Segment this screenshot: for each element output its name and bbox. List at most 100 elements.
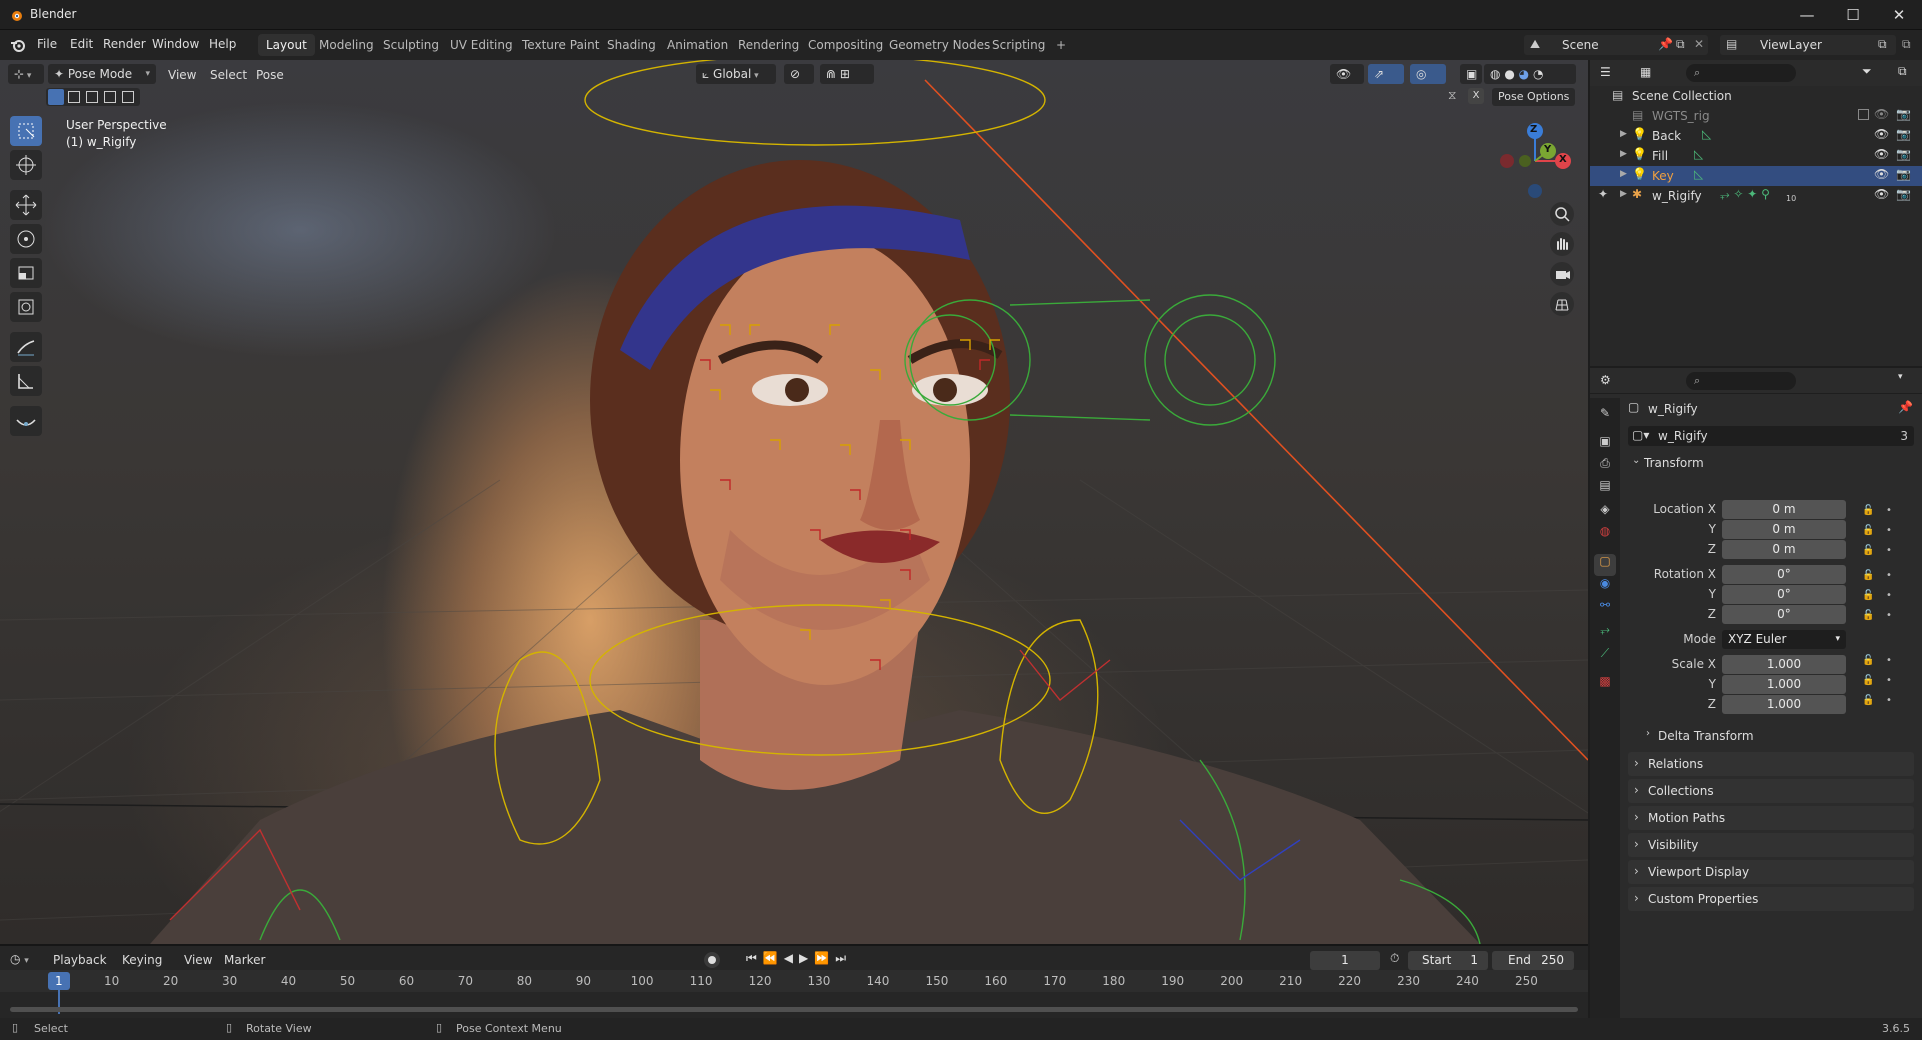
expand-arrow-icon[interactable]: ▶: [1620, 169, 1627, 179]
eye-icon[interactable]: 👁: [1874, 187, 1889, 201]
location-z-field[interactable]: 0 m: [1722, 540, 1846, 559]
outliner-row-wgts[interactable]: ▤ WGTS_rig 👁 📷: [1590, 106, 1922, 126]
menu-render[interactable]: Render: [103, 37, 146, 51]
relax-pose-tool[interactable]: [10, 406, 42, 436]
delta-transform-subpanel[interactable]: › Delta Transform: [1642, 726, 1914, 746]
viewport-menu-select[interactable]: Select: [210, 68, 247, 82]
render-tab-icon[interactable]: ▣: [1594, 434, 1616, 456]
properties-search-field[interactable]: ⌕: [1686, 372, 1796, 390]
texture-tab-icon[interactable]: ▩: [1594, 674, 1616, 696]
tab-geometry-nodes[interactable]: Geometry Nodes: [881, 34, 998, 56]
visibility-panel[interactable]: › Visibility: [1628, 833, 1914, 857]
3d-viewport[interactable]: User Perspective (1) w_Rigify Z X Y: [0, 60, 1588, 944]
rotation-mode-select[interactable]: XYZ Euler ▾: [1722, 630, 1846, 649]
object-browse-icon[interactable]: ▢▾: [1632, 428, 1649, 442]
outliner-row-back[interactable]: ▶ 💡 Back ◺ 👁 📷: [1590, 126, 1922, 146]
annotate-tool[interactable]: [10, 332, 42, 362]
rotation-x-field[interactable]: 0°: [1722, 565, 1846, 584]
tab-layout[interactable]: Layout: [258, 34, 315, 56]
keyframe-dot-icon[interactable]: •: [1886, 606, 1892, 626]
eye-icon[interactable]: 👁: [1874, 107, 1889, 121]
pivot-point-selector[interactable]: ⊘: [784, 64, 814, 84]
bone-tab-icon[interactable]: ⟋: [1594, 646, 1616, 668]
tab-animation[interactable]: Animation: [659, 34, 736, 56]
expand-arrow-icon[interactable]: ▶: [1620, 149, 1627, 159]
overlay-toggle[interactable]: ◎: [1410, 64, 1446, 84]
zoom-icon[interactable]: [1550, 202, 1574, 226]
solid-shading-icon[interactable]: ●: [1504, 67, 1514, 81]
camera-view-icon[interactable]: [1550, 262, 1574, 286]
mode-selector[interactable]: ✦ Pose Mode ▾: [48, 64, 156, 84]
filter-icon[interactable]: ⏷: [1862, 64, 1872, 79]
tab-texture-paint[interactable]: Texture Paint: [514, 34, 607, 56]
lock-icon[interactable]: 🔓: [1862, 671, 1874, 691]
selection-mode-buttons[interactable]: [46, 88, 140, 106]
scale-tool[interactable]: [10, 258, 42, 288]
select-box-tool[interactable]: [10, 116, 42, 146]
modifiers-tab-icon[interactable]: ◉: [1594, 576, 1616, 598]
outliner[interactable]: ☰ ▦ ⌕ ⏷ ⧉ ▤ Scene Collection ▤ WGTS_rig …: [1590, 60, 1922, 366]
expand-arrow-icon[interactable]: ▶: [1620, 129, 1627, 139]
menu-help[interactable]: Help: [209, 37, 236, 51]
transform-tool[interactable]: [10, 292, 42, 322]
lock-icon[interactable]: 🔓: [1862, 566, 1874, 586]
tab-scripting[interactable]: Scripting: [984, 34, 1053, 56]
properties-options-icon[interactable]: ▾: [1898, 372, 1903, 382]
wireframe-shading-icon[interactable]: ◍: [1490, 67, 1500, 81]
viewport-menu-view[interactable]: View: [168, 68, 196, 82]
pose-options-button[interactable]: Pose Options: [1492, 88, 1576, 106]
gizmo-toggle[interactable]: ⇗: [1368, 64, 1404, 84]
keyframe-dot-icon[interactable]: •: [1886, 541, 1892, 561]
new-collection-icon[interactable]: ⧉: [1898, 64, 1907, 79]
tab-sculpting[interactable]: Sculpting: [375, 34, 447, 56]
lock-icon[interactable]: 🔓: [1862, 691, 1874, 711]
tool-tab-icon[interactable]: ✎: [1594, 406, 1616, 428]
cursor-tool[interactable]: [10, 150, 42, 180]
eye-icon[interactable]: 👁: [1874, 147, 1889, 161]
render-icon[interactable]: 📷: [1896, 147, 1911, 161]
data-tab-icon[interactable]: ⥅: [1594, 622, 1616, 644]
select-subtract-icon[interactable]: [86, 91, 98, 103]
lock-icon[interactable]: 🔓: [1862, 586, 1874, 606]
keyframe-dot-icon[interactable]: •: [1886, 651, 1892, 671]
properties-editor-icon[interactable]: ⚙: [1600, 373, 1611, 387]
select-new-icon[interactable]: [48, 89, 64, 105]
pin-icon[interactable]: 📌: [1898, 400, 1913, 414]
snap-toggle[interactable]: ⋒ ⊞: [820, 64, 874, 84]
exclude-checkbox[interactable]: [1858, 109, 1869, 120]
keyframe-dot-icon[interactable]: •: [1886, 691, 1892, 711]
view-layer-tab-icon[interactable]: ▤: [1594, 478, 1616, 500]
xray-toggle[interactable]: ▣: [1460, 64, 1482, 84]
move-tool[interactable]: [10, 190, 42, 220]
transform-orientation-selector[interactable]: ⟀ Global ▾: [696, 64, 776, 84]
render-icon[interactable]: 📷: [1896, 167, 1911, 181]
outliner-editor-icon[interactable]: ☰: [1600, 65, 1611, 79]
rotation-z-field[interactable]: 0°: [1722, 605, 1846, 624]
timeline-editor[interactable]: ◷ ▾ Playback Keying View Marker ⏮⏪◀▶⏩⏭ 1…: [0, 944, 1588, 1018]
collections-panel[interactable]: › Collections: [1628, 779, 1914, 803]
editor-type-button[interactable]: ⊹ ▾: [8, 64, 44, 84]
outliner-row-scene-collection[interactable]: ▤ Scene Collection: [1590, 86, 1922, 106]
view-layer-selector[interactable]: ▤ ViewLayer ⧉: [1720, 35, 1896, 55]
tab-rendering[interactable]: Rendering: [730, 34, 807, 56]
pin-icon[interactable]: 📌: [1658, 37, 1673, 51]
lock-icon[interactable]: 🔓: [1862, 606, 1874, 626]
keyframe-dot-icon[interactable]: •: [1886, 521, 1892, 541]
location-y-field[interactable]: 0 m: [1722, 520, 1846, 539]
lock-icon[interactable]: 🔓: [1862, 521, 1874, 541]
properties-editor[interactable]: ⚙ ⌕ ▾ ✎ ▣ ⎙ ▤ ◈ ◍ ▢ ◉ ⚯ ⥅ ⟋ ▩ ▢ w_Rigify…: [1590, 368, 1922, 1018]
measure-tool[interactable]: [10, 366, 42, 396]
rotate-tool[interactable]: [10, 224, 42, 254]
render-icon[interactable]: 📷: [1896, 187, 1911, 201]
object-datablock-field[interactable]: ▢▾ w_Rigify 3: [1628, 426, 1914, 446]
scene-tab-icon[interactable]: ◈: [1594, 502, 1616, 524]
outliner-row-fill[interactable]: ▶ 💡 Fill ◺ 👁 📷: [1590, 146, 1922, 166]
keyframe-dot-icon[interactable]: •: [1886, 586, 1892, 606]
remove-view-layer-icon[interactable]: ⧉: [1902, 37, 1911, 52]
scene-selector[interactable]: ⛰ Scene 📌 ⧉ ✕: [1524, 35, 1708, 55]
eye-icon[interactable]: 👁: [1874, 167, 1889, 181]
world-tab-icon[interactable]: ◍: [1594, 524, 1616, 546]
motion-paths-panel[interactable]: › Motion Paths: [1628, 806, 1914, 830]
tab-uv-editing[interactable]: UV Editing: [442, 34, 521, 56]
menu-edit[interactable]: Edit: [70, 37, 93, 51]
